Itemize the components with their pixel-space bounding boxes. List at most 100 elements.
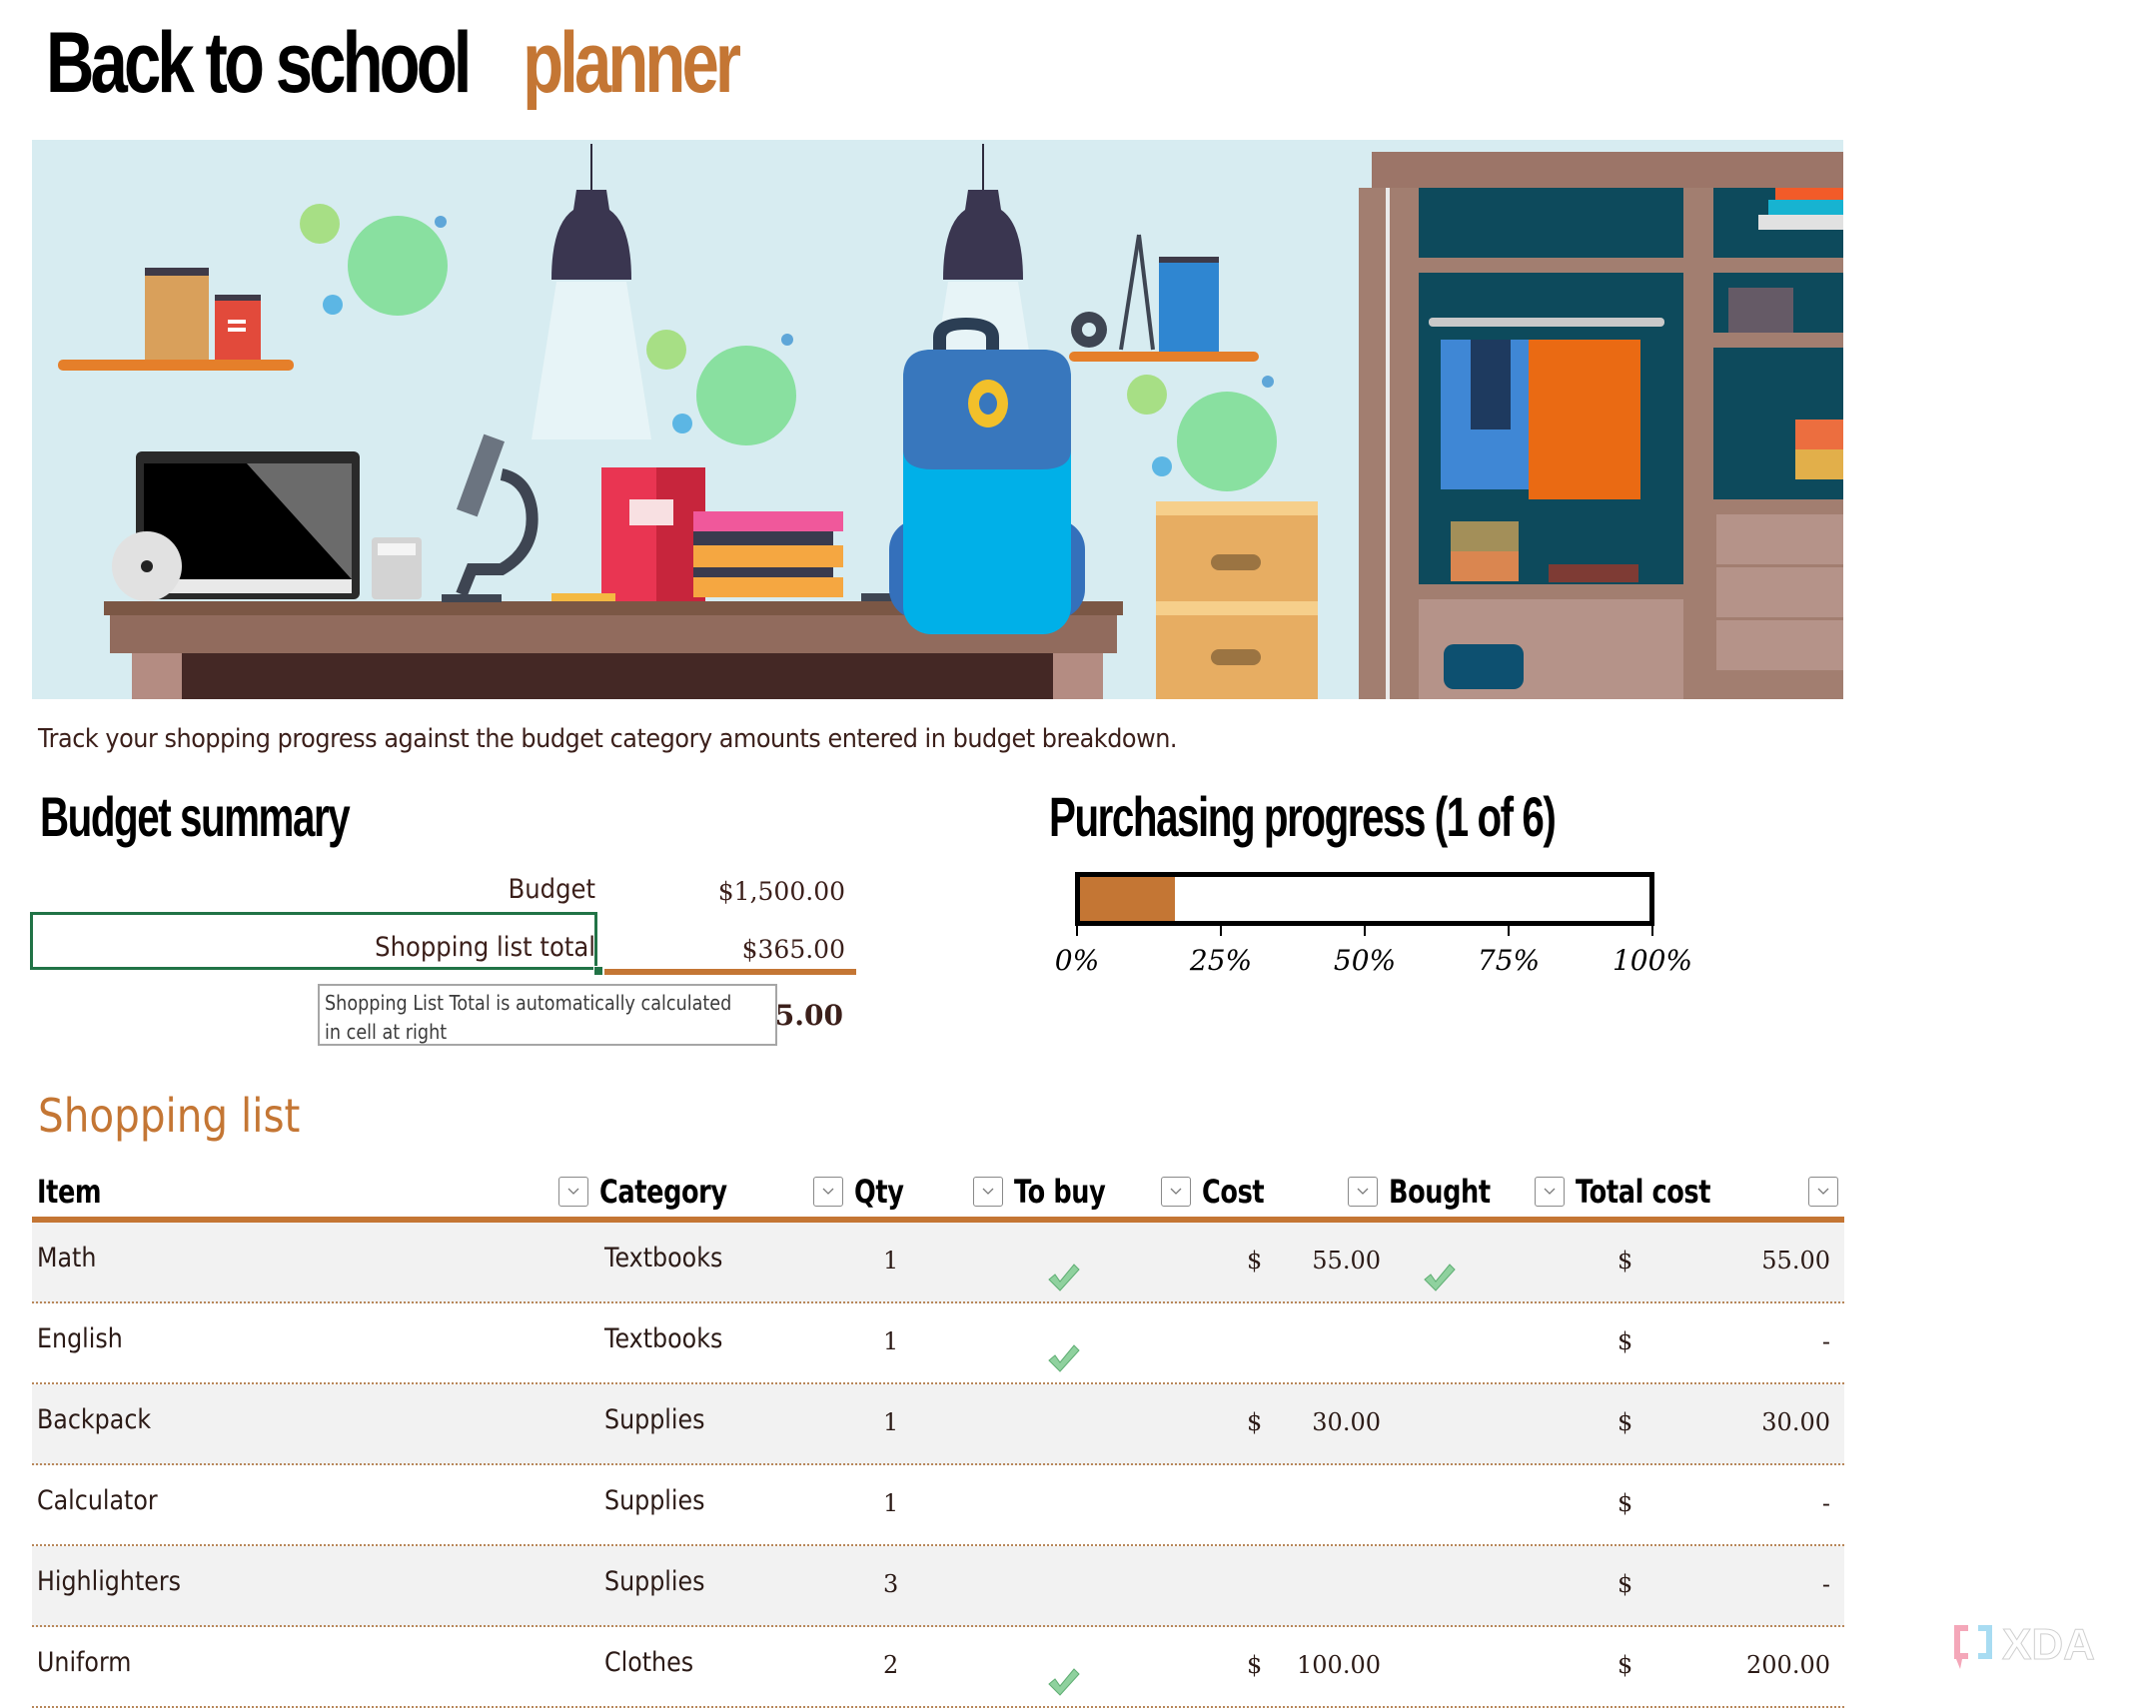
column-header-bought[interactable]: Bought: [1384, 1173, 1571, 1213]
cell-cost[interactable]: 55.00: [1291, 1247, 1381, 1275]
cell-category[interactable]: Supplies: [604, 1485, 705, 1516]
progress-tick-label: 0%: [1054, 944, 1100, 977]
progress-tick: [1364, 926, 1366, 936]
column-header-to-buy[interactable]: To buy: [1009, 1173, 1197, 1213]
cell-total-cost[interactable]: -: [1822, 1570, 1830, 1598]
xda-logo-icon: XDA: [1954, 1620, 2095, 1670]
cell-cost[interactable]: 100.00: [1291, 1651, 1381, 1679]
chevron-down-icon: [822, 1188, 834, 1195]
column-header-label: Category: [599, 1173, 727, 1211]
cell-category[interactable]: Textbooks: [604, 1323, 722, 1354]
column-header-qty[interactable]: Qty: [849, 1173, 1009, 1213]
column-header-total[interactable]: Total cost: [1571, 1173, 1844, 1213]
cell-item[interactable]: Highlighters: [37, 1566, 181, 1597]
column-header-item[interactable]: Item: [32, 1173, 594, 1213]
cell-cost-symbol[interactable]: $: [1247, 1247, 1262, 1275]
shopping-list-total-label[interactable]: Shopping list total: [236, 932, 595, 963]
column-header-label: Item: [37, 1173, 102, 1211]
chevron-down-icon: [567, 1188, 579, 1195]
cell-total-cost[interactable]: -: [1822, 1489, 1830, 1517]
table-header-row: Item Category Qty To buy Cost Bought Total cos…: [32, 1169, 1844, 1223]
cell-total-symbol[interactable]: $: [1617, 1408, 1632, 1436]
cell-input-tooltip: Shopping List Total is automatically cal…: [318, 984, 777, 1046]
shelf-left: [58, 360, 294, 371]
table-body: Math Textbooks 1 $55.00 $55.00 English Textboo…: [32, 1223, 1844, 1708]
selection-fill-handle[interactable]: [593, 966, 603, 976]
column-header-cost[interactable]: Cost: [1197, 1173, 1384, 1213]
purchasing-progress-bar: [1075, 872, 1654, 926]
xda-watermark: XDA: [1946, 1613, 2156, 1673]
purchasing-progress-heading: Purchasing progress (1 of 6): [1049, 785, 1557, 848]
table-row[interactable]: Highlighters Supplies 3 $ -: [32, 1546, 1844, 1627]
summary-divider: [604, 969, 856, 975]
progress-fill: [1080, 877, 1176, 921]
cell-total-cost[interactable]: 30.00: [1761, 1408, 1830, 1436]
cell-total-symbol[interactable]: $: [1617, 1651, 1632, 1679]
bought-check-icon[interactable]: [1423, 1263, 1457, 1292]
to-buy-check-icon[interactable]: [1047, 1343, 1081, 1373]
chevron-down-icon: [1817, 1188, 1829, 1195]
progress-tick-label: 50%: [1333, 944, 1397, 977]
shopping-list-table: Item Category Qty To buy Cost Bought Total cos…: [32, 1169, 1844, 1708]
column-header-label: To buy: [1014, 1173, 1106, 1211]
cell-cost-symbol[interactable]: $: [1247, 1651, 1262, 1679]
cell-qty[interactable]: 1: [883, 1327, 898, 1355]
cell-total-cost[interactable]: -: [1822, 1327, 1830, 1355]
cell-qty[interactable]: 1: [883, 1247, 898, 1275]
cell-qty[interactable]: 1: [883, 1408, 898, 1436]
progress-tick: [1076, 926, 1078, 936]
cell-qty[interactable]: 1: [883, 1489, 898, 1517]
study-room-illustration: [32, 140, 1843, 699]
cell-cost[interactable]: 30.00: [1291, 1408, 1381, 1436]
title-part-2: planner: [523, 15, 741, 111]
column-header-label: Total cost: [1576, 1173, 1711, 1211]
cell-item[interactable]: Math: [37, 1243, 96, 1274]
xda-text: XDA: [2002, 1620, 2095, 1669]
to-buy-check-icon[interactable]: [1047, 1263, 1081, 1292]
cell-total-symbol[interactable]: $: [1617, 1327, 1632, 1355]
cell-total-cost[interactable]: 55.00: [1761, 1247, 1830, 1275]
cell-item[interactable]: Uniform: [37, 1647, 131, 1678]
filter-dropdown-button[interactable]: [813, 1177, 843, 1207]
cell-cost-symbol[interactable]: $: [1247, 1408, 1262, 1436]
budget-value[interactable]: $1,500.00: [605, 877, 845, 906]
filter-dropdown-button[interactable]: [558, 1177, 588, 1207]
filter-dropdown-button[interactable]: [1161, 1177, 1191, 1207]
table-row[interactable]: Math Textbooks 1 $55.00 $55.00: [32, 1223, 1844, 1303]
cell-qty[interactable]: 3: [883, 1570, 898, 1598]
table-row[interactable]: Uniform Clothes 2 $100.00 $200.00: [32, 1627, 1844, 1708]
filter-dropdown-button[interactable]: [973, 1177, 1003, 1207]
table-row[interactable]: Calculator Supplies 1 $ -: [32, 1465, 1844, 1546]
budget-label[interactable]: Budget: [236, 874, 595, 905]
cell-item[interactable]: Backpack: [37, 1404, 151, 1435]
column-header-category[interactable]: Category: [594, 1173, 849, 1213]
chevron-down-icon: [1357, 1188, 1369, 1195]
cell-item[interactable]: Calculator: [37, 1485, 158, 1516]
instructions-text: Track your shopping progress against the…: [38, 724, 1178, 754]
shirt: [1529, 340, 1640, 499]
filter-dropdown-button[interactable]: [1808, 1177, 1838, 1207]
cell-item[interactable]: English: [37, 1323, 123, 1354]
table-row[interactable]: Backpack Supplies 1 $30.00 $30.00: [32, 1384, 1844, 1465]
cell-total-symbol[interactable]: $: [1617, 1489, 1632, 1517]
cell-total-symbol[interactable]: $: [1617, 1247, 1632, 1275]
shopping-list-heading: Shopping list: [38, 1089, 301, 1143]
cell-category[interactable]: Textbooks: [604, 1243, 722, 1274]
cell-category[interactable]: Supplies: [604, 1404, 705, 1435]
filter-dropdown-button[interactable]: [1348, 1177, 1378, 1207]
cell-total-symbol[interactable]: $: [1617, 1570, 1632, 1598]
filter-dropdown-button[interactable]: [1535, 1177, 1565, 1207]
table-row[interactable]: English Textbooks 1 $ -: [32, 1303, 1844, 1384]
cell-qty[interactable]: 2: [883, 1651, 898, 1679]
chevron-down-icon: [982, 1188, 994, 1195]
cell-category[interactable]: Supplies: [604, 1566, 705, 1597]
banner-illustration: [32, 140, 1843, 699]
to-buy-check-icon[interactable]: [1047, 1667, 1081, 1697]
chevron-down-icon: [1170, 1188, 1182, 1195]
progress-tick: [1220, 926, 1222, 936]
cell-total-cost[interactable]: 200.00: [1746, 1651, 1830, 1679]
progress-tick-label: 100%: [1612, 944, 1693, 977]
storage-box: [1156, 501, 1318, 601]
cell-category[interactable]: Clothes: [604, 1647, 693, 1678]
shopping-list-total-value[interactable]: $365.00: [605, 935, 845, 964]
